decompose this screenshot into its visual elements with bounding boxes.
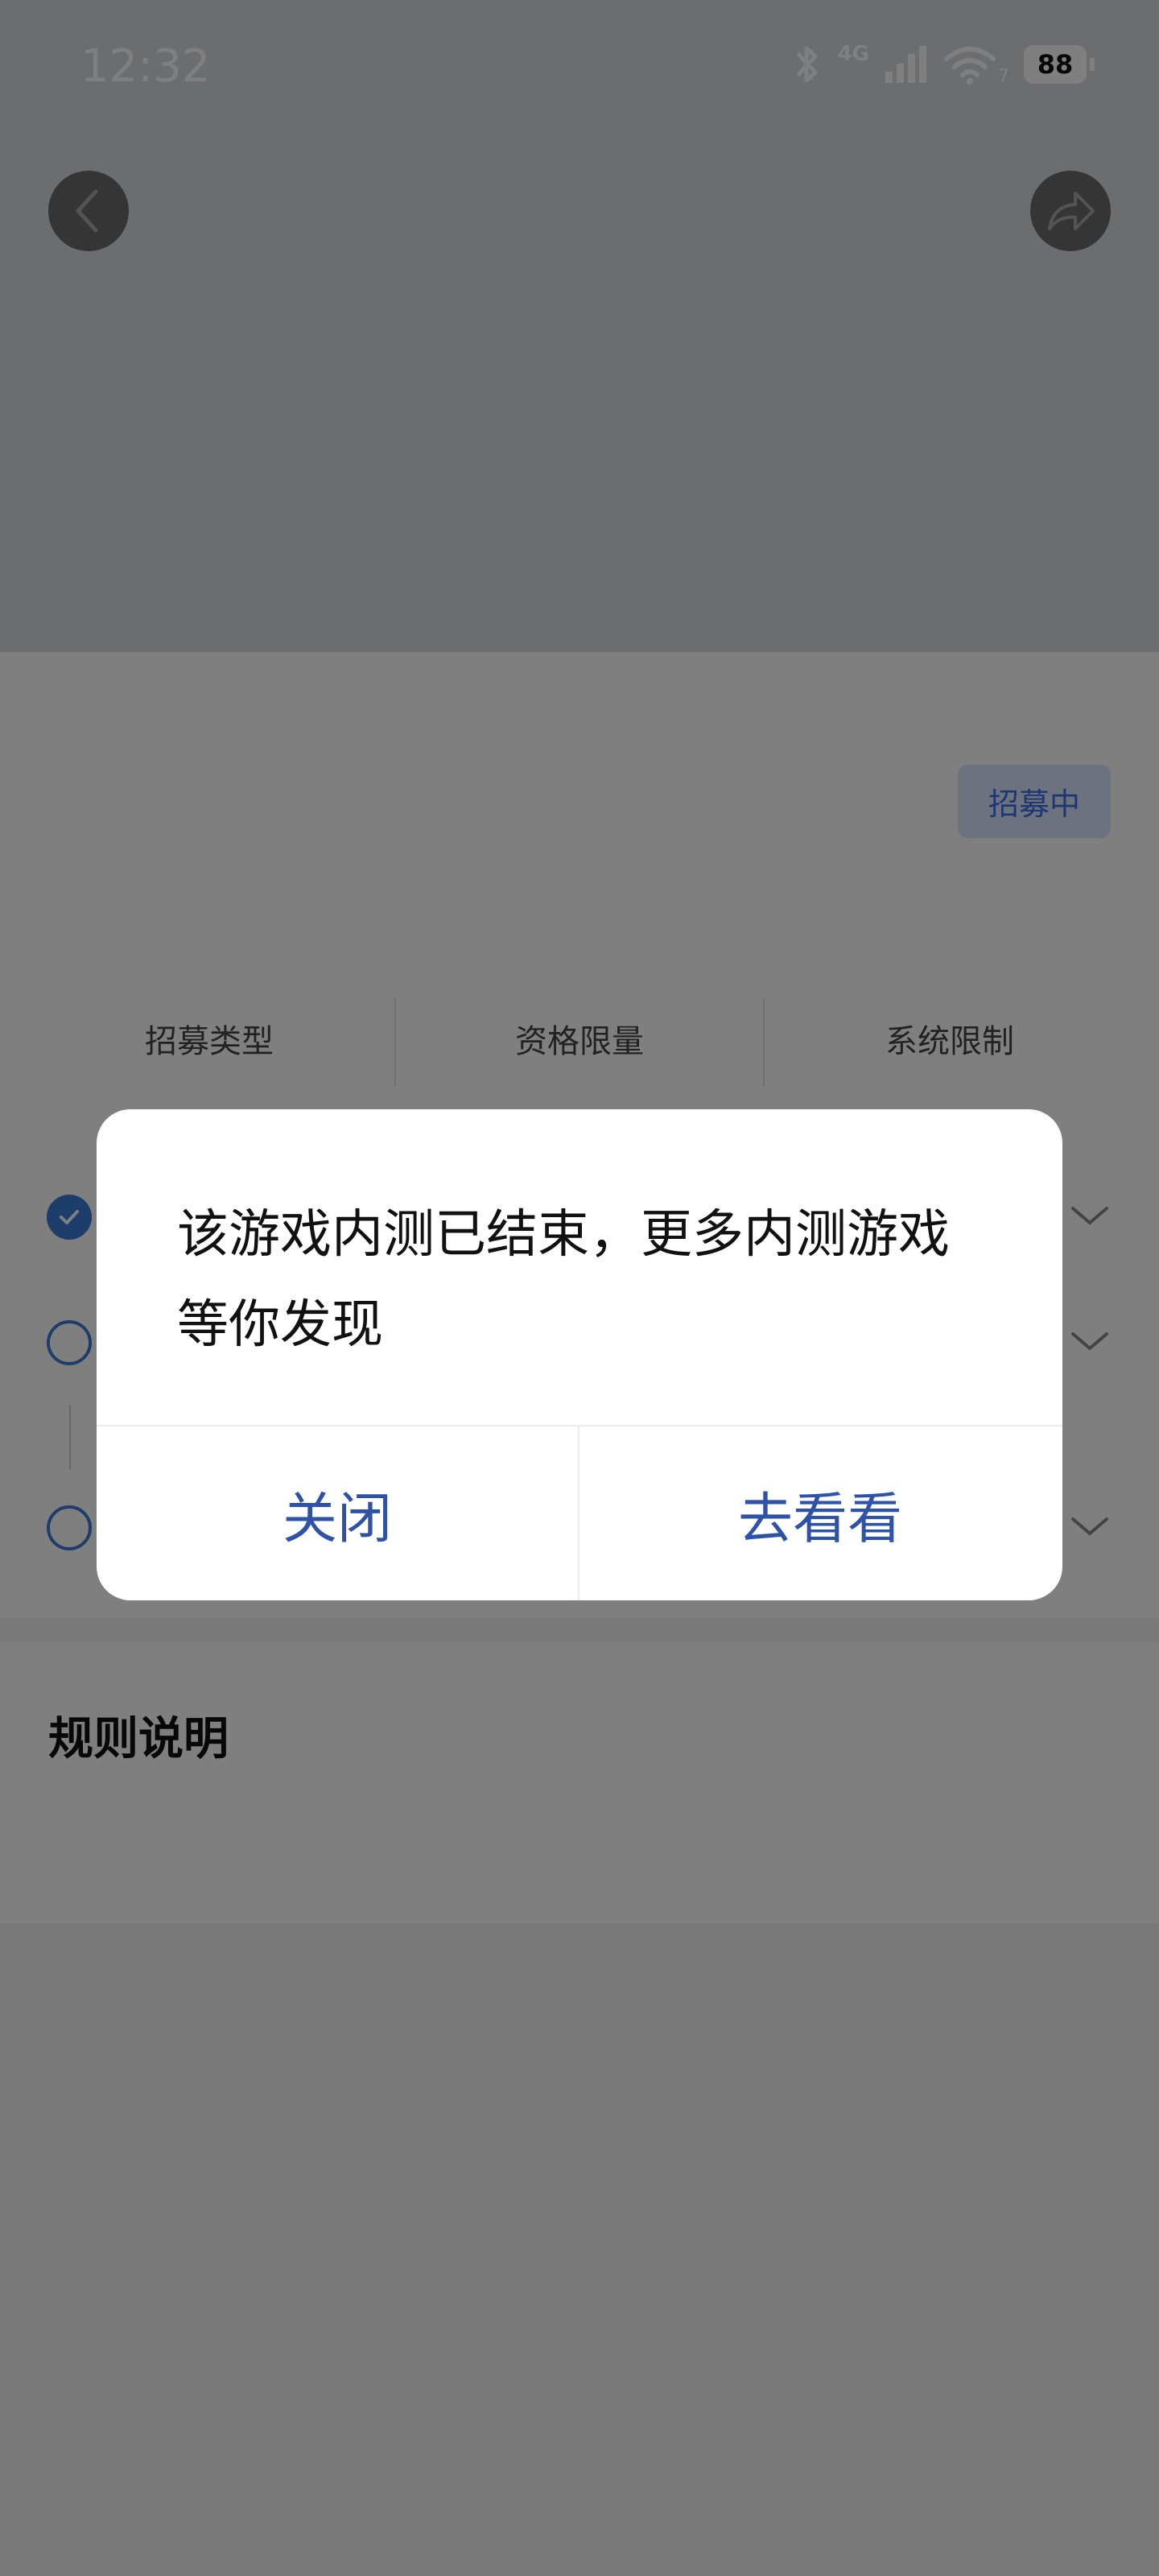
closed-test-dialog: 该游戏内测已结束，更多内测游戏等你发现 关闭 去看看: [97, 1109, 1062, 1600]
dialog-message: 该游戏内测已结束，更多内测游戏等你发现: [177, 1205, 950, 1355]
go-see-button[interactable]: 去看看: [580, 1426, 1061, 1600]
close-button[interactable]: 关闭: [97, 1426, 578, 1600]
